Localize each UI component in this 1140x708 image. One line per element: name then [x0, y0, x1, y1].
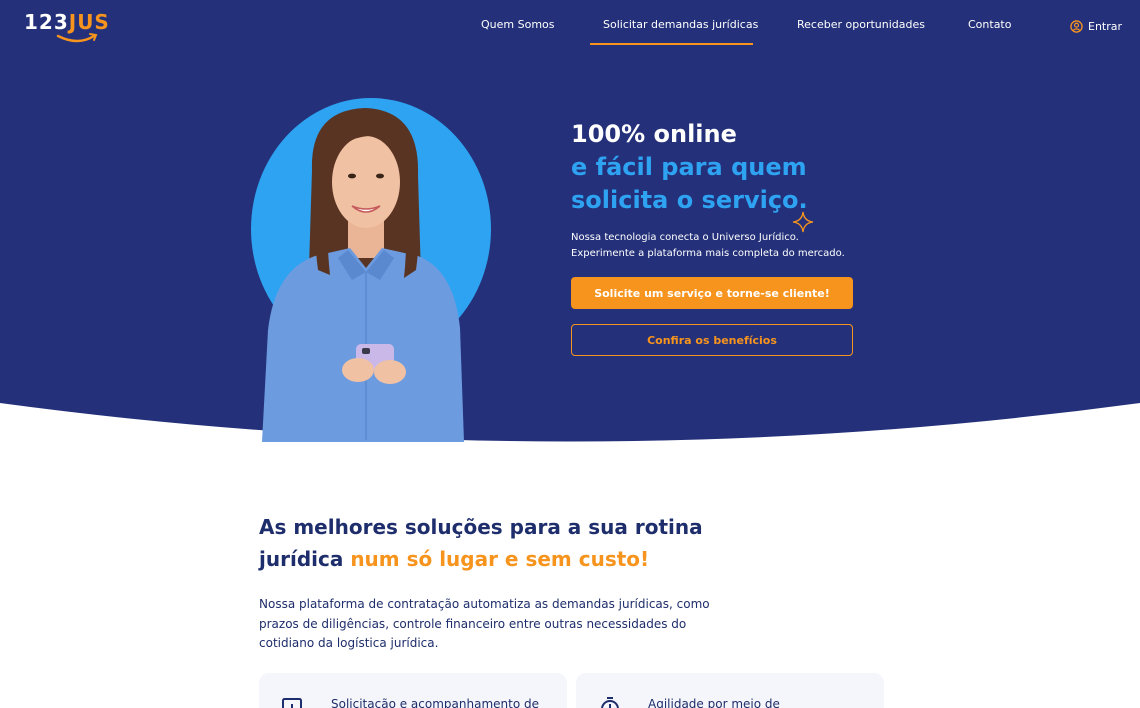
- nav-active-indicator: [590, 43, 753, 45]
- request-service-button[interactable]: Solicite um serviço e torne-se cliente!: [571, 277, 853, 309]
- feature-card-text: Solicitação e acompanhamento de: [331, 697, 539, 708]
- feature-card[interactable]: Agilidade por meio de: [576, 673, 884, 708]
- logo-smile-icon: [56, 33, 98, 43]
- nav-receber-oportunidades[interactable]: Receber oportunidades: [797, 18, 925, 34]
- feature-card[interactable]: Solicitação e acompanhamento de: [259, 673, 567, 708]
- headline-line-3: solicita o serviço.: [571, 186, 808, 214]
- woman-with-phone-illustration: [262, 108, 464, 442]
- user-icon: [1070, 19, 1083, 33]
- nav-quem-somos[interactable]: Quem Somos: [481, 18, 555, 34]
- hero-headline: 100% online e fácil para quem solicita o…: [571, 118, 808, 217]
- solutions-title-line-2: jurídica: [259, 547, 344, 571]
- nav-solicitar-demandas[interactable]: Solicitar demandas jurídicas: [603, 18, 758, 34]
- headline-line-2: e fácil para quem: [571, 153, 807, 181]
- solutions-title: As melhores soluções para a sua rotina j…: [259, 511, 779, 575]
- solutions-description: Nossa plataforma de contratação automati…: [259, 597, 710, 650]
- hero-section: 123JUS Quem Somos Solicitar demandas jur…: [0, 0, 1140, 450]
- solutions-title-highlight: num só lugar e sem custo!: [350, 547, 650, 571]
- solutions-title-line-1: As melhores soluções para a sua rotina: [259, 515, 703, 539]
- logo-accent-text: JUS: [68, 10, 110, 34]
- headline-line-1: 100% online: [571, 120, 737, 148]
- logo[interactable]: 123JUS: [24, 10, 124, 44]
- nav-contato[interactable]: Contato: [968, 18, 1011, 34]
- logo-main-text: 123: [24, 10, 69, 34]
- hero-subtext-line-1: Nossa tecnologia conecta o Universo Jurí…: [571, 232, 799, 243]
- stopwatch-icon: [601, 697, 619, 708]
- hero-background: [0, 0, 1140, 442]
- hero-subtext-line-2: Experimente a plataforma mais completa d…: [571, 248, 845, 259]
- hero-subtext: Nossa tecnologia conecta o Universo Jurí…: [571, 230, 861, 262]
- login-label: Entrar: [1088, 19, 1123, 33]
- benefits-button[interactable]: Confira os benefícios: [571, 324, 853, 356]
- login-link[interactable]: Entrar: [1070, 18, 1122, 34]
- document-icon: [282, 698, 302, 708]
- feature-card-text: Agilidade por meio de: [648, 697, 780, 708]
